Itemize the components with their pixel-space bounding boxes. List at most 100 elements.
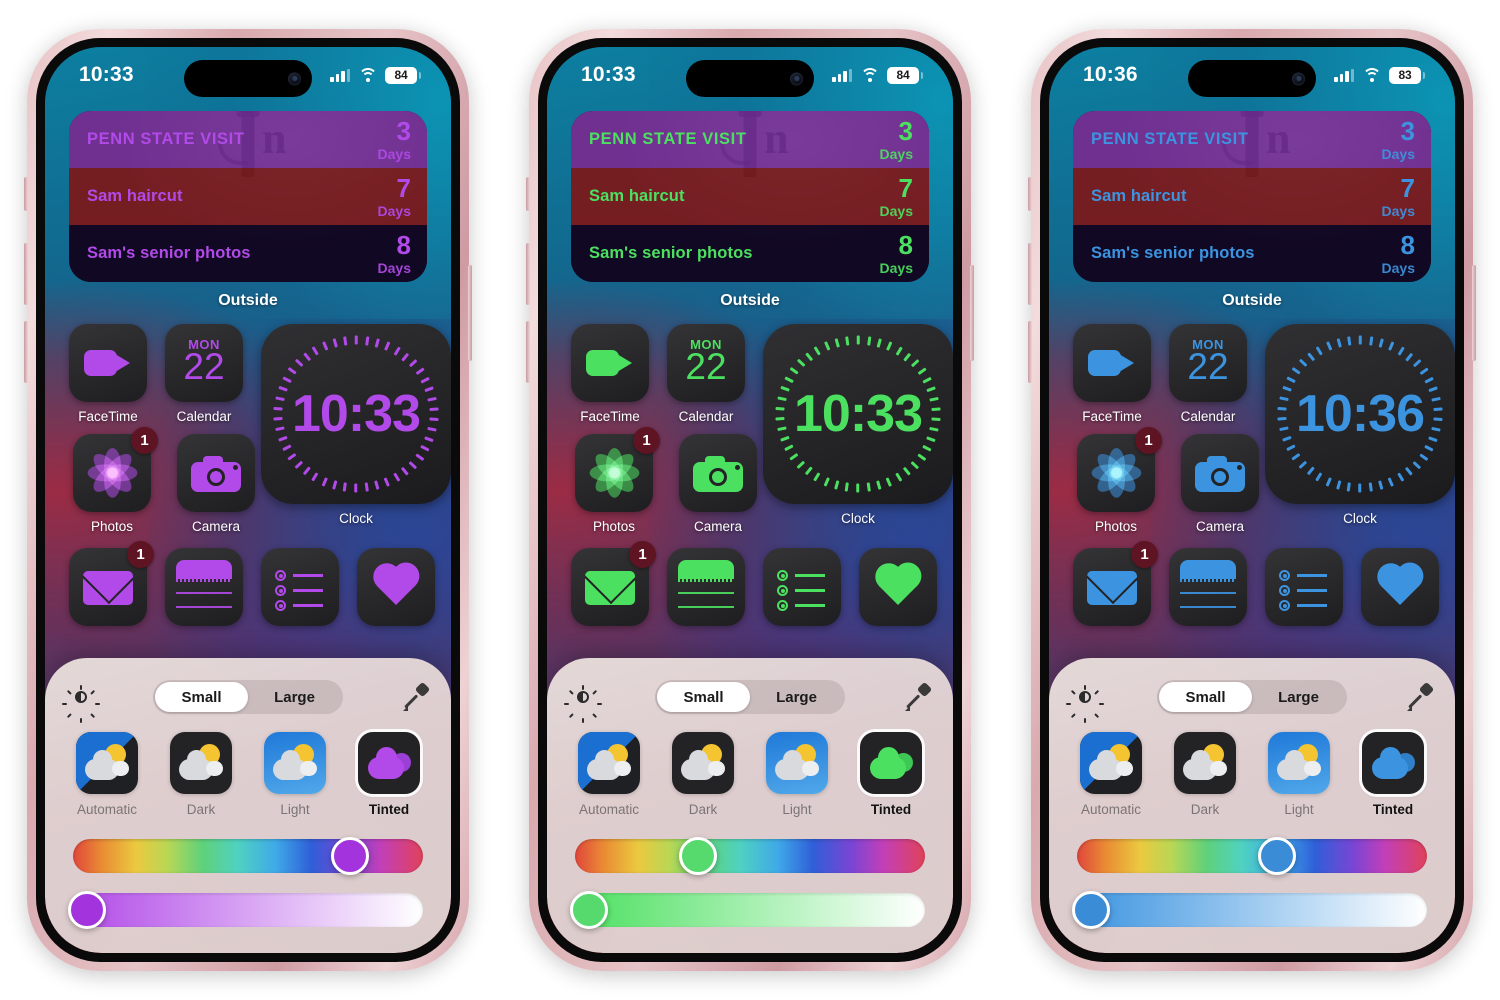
- clock-tick: [789, 453, 799, 461]
- app-notes[interactable]: [667, 548, 745, 626]
- app-camera[interactable]: Camera: [1177, 434, 1263, 534]
- app-health[interactable]: [357, 548, 435, 626]
- volume-silent-switch[interactable]: [24, 177, 28, 211]
- mode-light[interactable]: Light: [765, 732, 829, 817]
- countdown-widget[interactable]: nPENN STATE VISIT3DaysSam haircut7DaysSa…: [69, 111, 427, 282]
- size-option-small[interactable]: Small: [1159, 682, 1252, 712]
- countdown-row[interactable]: Sam haircut 7 Days: [69, 168, 427, 225]
- saturation-slider[interactable]: [570, 891, 925, 929]
- widget-clock[interactable]: 10:33 Clock: [261, 324, 451, 526]
- countdown-row[interactable]: Sam's senior photos 8 Days: [1073, 225, 1431, 282]
- mode-dark[interactable]: Dark: [169, 732, 233, 817]
- app-reminders[interactable]: [261, 548, 339, 626]
- volume-up-button[interactable]: [1028, 243, 1032, 305]
- widget-clock[interactable]: 10:36 Clock: [1265, 324, 1455, 526]
- brightness-icon[interactable]: [564, 683, 602, 723]
- countdown-row[interactable]: PENN STATE VISIT 3 Days: [69, 111, 427, 168]
- countdown-title: Sam haircut: [1091, 187, 1187, 205]
- clock-tick: [364, 482, 369, 492]
- saturation-slider[interactable]: [68, 891, 423, 929]
- clock-widget: 10:33: [261, 324, 451, 504]
- mode-tinted[interactable]: Tinted: [1361, 732, 1425, 817]
- saturation-slider-knob[interactable]: [1072, 891, 1110, 929]
- countdown-row[interactable]: PENN STATE VISIT 3 Days: [571, 111, 929, 168]
- app-notes[interactable]: [1169, 548, 1247, 626]
- volume-down-button[interactable]: [526, 321, 530, 383]
- app-photos[interactable]: 1 Photos: [571, 427, 660, 534]
- countdown-widget[interactable]: nPENN STATE VISIT3DaysSam haircut7DaysSa…: [571, 111, 929, 282]
- clock-tick: [354, 335, 358, 345]
- volume-silent-switch[interactable]: [526, 177, 530, 211]
- phone-screen: 10:3683nPENN STATE VISIT3DaysSam haircut…: [1049, 47, 1455, 953]
- hue-slider[interactable]: [73, 837, 423, 875]
- wifi-icon: [358, 68, 377, 82]
- mode-tinted[interactable]: Tinted: [859, 732, 923, 817]
- countdown-row[interactable]: Sam's senior photos 8 Days: [69, 225, 427, 282]
- weather-preview-light: [264, 732, 326, 794]
- cloud-small-icon: [1116, 761, 1133, 776]
- brightness-ray: [66, 689, 72, 695]
- size-option-large[interactable]: Large: [750, 682, 843, 712]
- volume-down-button[interactable]: [24, 321, 28, 383]
- mode-automatic[interactable]: Automatic: [1079, 732, 1143, 817]
- mail-flap: [83, 571, 133, 605]
- countdown-widget[interactable]: nPENN STATE VISIT3DaysSam haircut7DaysSa…: [1073, 111, 1431, 282]
- mode-dark[interactable]: Dark: [671, 732, 735, 817]
- eyedropper-icon[interactable]: [403, 681, 431, 711]
- volume-silent-switch[interactable]: [1028, 177, 1032, 211]
- mode-automatic[interactable]: Automatic: [75, 732, 139, 817]
- mode-tinted[interactable]: Tinted: [357, 732, 421, 817]
- app-reminders[interactable]: [763, 548, 841, 626]
- brightness-icon[interactable]: [62, 683, 100, 723]
- widget-clock[interactable]: 10:33 Clock: [763, 324, 953, 526]
- app-mail[interactable]: 1: [571, 541, 656, 626]
- countdown-row[interactable]: Sam haircut 7 Days: [1073, 168, 1431, 225]
- hue-slider-knob[interactable]: [678, 837, 717, 875]
- size-option-large[interactable]: Large: [248, 682, 341, 712]
- brightness-ray: [1070, 689, 1076, 695]
- eyedropper-icon[interactable]: [1407, 681, 1435, 711]
- app-photos[interactable]: 1 Photos: [1073, 427, 1162, 534]
- countdown-row[interactable]: Sam haircut 7 Days: [571, 168, 929, 225]
- power-button[interactable]: [1472, 265, 1476, 361]
- cloud-small-icon: [300, 761, 317, 776]
- app-health[interactable]: [859, 548, 937, 626]
- app-photos[interactable]: 1 Photos: [69, 427, 158, 534]
- mode-light[interactable]: Light: [263, 732, 327, 817]
- brightness-icon[interactable]: [1066, 683, 1104, 723]
- volume-up-button[interactable]: [24, 243, 28, 305]
- saturation-slider-knob[interactable]: [68, 891, 106, 929]
- app-camera[interactable]: Camera: [675, 434, 761, 534]
- app-notes[interactable]: [165, 548, 243, 626]
- app-health[interactable]: [1361, 548, 1439, 626]
- volume-up-button[interactable]: [526, 243, 530, 305]
- cloud-small-icon: [802, 761, 819, 776]
- clock-time-display: 10:33: [292, 385, 421, 443]
- countdown-row[interactable]: PENN STATE VISIT 3 Days: [1073, 111, 1431, 168]
- countdown-unit: Days: [1381, 260, 1415, 276]
- hue-slider[interactable]: [575, 837, 925, 875]
- saturation-slider-knob[interactable]: [570, 891, 608, 929]
- app-camera[interactable]: Camera: [173, 434, 259, 534]
- app-label: Clock: [1343, 511, 1377, 526]
- saturation-slider[interactable]: [1072, 891, 1427, 929]
- power-button[interactable]: [970, 265, 974, 361]
- mode-automatic[interactable]: Automatic: [577, 732, 641, 817]
- size-option-small[interactable]: Small: [657, 682, 750, 712]
- mode-dark[interactable]: Dark: [1173, 732, 1237, 817]
- app-mail[interactable]: 1: [69, 541, 154, 626]
- volume-down-button[interactable]: [1028, 321, 1032, 383]
- eyedropper-icon[interactable]: [905, 681, 933, 711]
- app-mail[interactable]: 1: [1073, 541, 1158, 626]
- mode-light[interactable]: Light: [1267, 732, 1331, 817]
- size-option-large[interactable]: Large: [1252, 682, 1345, 712]
- hue-slider[interactable]: [1077, 837, 1427, 875]
- size-option-small[interactable]: Small: [155, 682, 248, 712]
- power-button[interactable]: [468, 265, 472, 361]
- clock-tick: [1291, 453, 1301, 461]
- hue-slider-knob[interactable]: [1257, 837, 1296, 875]
- battery-percent: 84: [394, 68, 408, 82]
- app-reminders[interactable]: [1265, 548, 1343, 626]
- hue-slider-knob[interactable]: [330, 837, 369, 875]
- countdown-row[interactable]: Sam's senior photos 8 Days: [571, 225, 929, 282]
